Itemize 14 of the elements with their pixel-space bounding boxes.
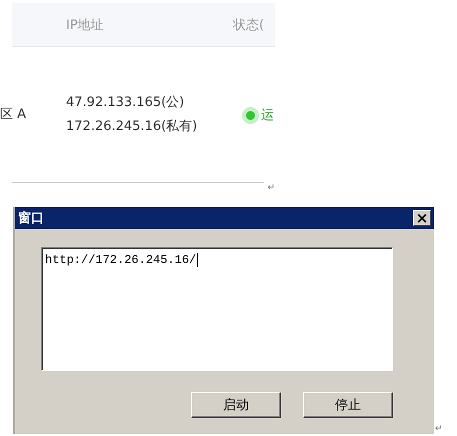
text-area[interactable]: http://172.26.245.16/ [41, 247, 393, 371]
table-cell-text: 区 A [0, 106, 28, 123]
paragraph-mark: ↵ [435, 424, 443, 434]
column-header: IP地址 [66, 16, 105, 34]
ip-address: 47.92.133.165(公) [66, 94, 186, 112]
status-text: 运 [261, 107, 274, 124]
window-title: 窗口 [18, 210, 44, 227]
status-dot-icon [246, 110, 255, 120]
ip-address: 172.26.245.16(私有) [66, 118, 198, 136]
paragraph-mark: ↵ [267, 183, 275, 193]
dialog-button[interactable]: 启动 [191, 392, 281, 418]
dialog-button[interactable]: 停止 [303, 392, 393, 418]
close-button[interactable]: × [413, 210, 431, 226]
column-header: 状态( [233, 16, 266, 34]
